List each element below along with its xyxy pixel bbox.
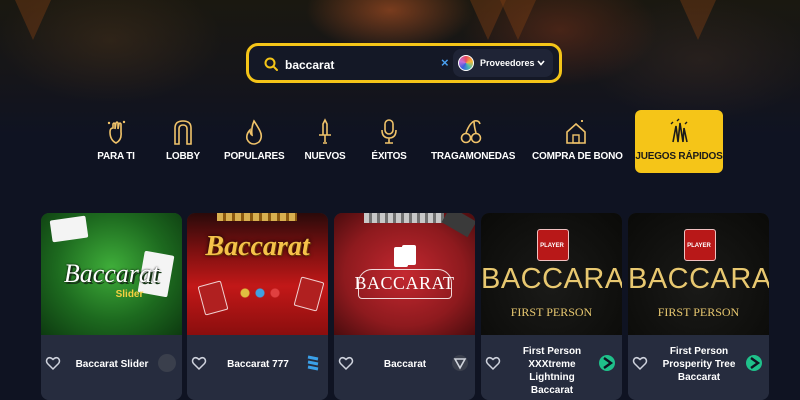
category-label: JUEGOS RÁPIDOS — [635, 151, 723, 162]
category-label: LOBBY — [165, 151, 200, 162]
thumb-title: BACCARAT — [628, 263, 769, 295]
search-input[interactable] — [283, 54, 437, 76]
thumb-subtitle: FIRST PERSON — [510, 305, 593, 319]
game-card[interactable]: PLAYER BACCARAT FIRST PERSON First Perso… — [481, 213, 622, 400]
game-title-line: Baccarat — [677, 372, 721, 383]
clear-search-button[interactable]: × — [441, 55, 449, 70]
providers-label: Proveedores — [480, 58, 535, 68]
game-thumbnail: Baccarat Slider — [41, 213, 182, 335]
category-tragamonedas[interactable]: TRAGAMONEDAS — [431, 110, 516, 174]
game-thumbnail: PLAYER BACCARAT FIRST PERSON — [481, 213, 622, 335]
chips-stack — [235, 283, 285, 303]
microphone-icon — [381, 119, 397, 144]
heart-icon[interactable] — [45, 355, 61, 371]
game-card[interactable]: PLAYER BACCARAT FIRST PERSON First Perso… — [628, 213, 769, 400]
category-para-ti[interactable]: PARA TI — [92, 110, 140, 174]
thumb-title: BACCARAT — [354, 273, 455, 293]
category-label: COMPRA DE BONO — [532, 151, 623, 162]
game-card[interactable]: Baccarat Slider Baccarat Slider — [41, 213, 182, 400]
category-label: POPULARES — [224, 151, 285, 162]
category-juegos-rapidos[interactable]: JUEGOS RÁPIDOS — [635, 110, 723, 173]
providers-logo-icon — [458, 55, 474, 71]
game-thumbnail: BACCARAT — [334, 213, 475, 335]
player-badge-label: PLAYER — [540, 243, 564, 249]
thumb-title: BACCARAT — [481, 263, 622, 295]
game-title-line: Baccarat — [530, 385, 574, 396]
provider-triangle-icon — [452, 355, 468, 371]
game-title-line: First Person — [522, 346, 582, 357]
game-grid: Baccarat Slider Baccarat Slider Baccarat… — [0, 213, 800, 400]
search-icon — [264, 57, 278, 71]
provider-evolution-icon — [746, 355, 762, 371]
category-compra-de-bono[interactable]: COMPRA DE BONO — [532, 110, 623, 174]
provider-blue-stripes-icon — [307, 355, 319, 371]
heart-icon[interactable] — [191, 355, 207, 371]
game-thumbnail: PLAYER BACCARAT FIRST PERSON — [628, 213, 769, 335]
category-label: NUEVOS — [304, 151, 346, 162]
category-label: ÉXITOS — [371, 151, 407, 162]
category-populares[interactable]: POPULARES — [224, 110, 285, 174]
category-label: PARA TI — [97, 151, 135, 162]
game-title: Baccarat Slider — [75, 359, 149, 370]
thumb-subtitle: Slider — [115, 289, 144, 300]
chip-rack — [217, 213, 297, 221]
chip-rack — [364, 213, 444, 223]
playing-card-icon — [402, 245, 416, 265]
decor-spike — [500, 0, 536, 40]
category-nav: PARA TI LOBBY POPULARES NUEVOS ÉXITOS TR… — [0, 110, 800, 180]
game-thumbnail: Baccarat — [187, 213, 328, 335]
heart-icon[interactable] — [485, 355, 501, 371]
provider-gray-icon — [158, 354, 176, 372]
sword-icon — [319, 118, 331, 144]
playing-card-icon — [197, 280, 229, 316]
search-bar: × Proveedores — [246, 43, 562, 83]
game-title-line: Prosperity Tree — [662, 359, 736, 370]
card-shoe — [441, 213, 475, 238]
rockets-icon — [670, 118, 688, 143]
game-title: Baccarat — [383, 359, 427, 370]
thumb-title: Baccarat — [205, 231, 310, 262]
heart-icon[interactable] — [632, 355, 648, 371]
category-lobby[interactable]: LOBBY — [160, 110, 206, 174]
category-label: TRAGAMONEDAS — [431, 151, 516, 162]
thumb-title: Baccarat — [63, 259, 160, 288]
player-badge-label: PLAYER — [687, 243, 711, 249]
game-title: First Person Prosperity Tree Baccarat — [654, 345, 744, 384]
provider-evolution-icon — [599, 355, 615, 371]
category-nuevos[interactable]: NUEVOS — [302, 110, 348, 174]
decor-spike — [15, 0, 51, 40]
decor-spike — [680, 0, 716, 40]
playing-card-icon — [293, 276, 325, 312]
category-exitos[interactable]: ÉXITOS — [368, 110, 410, 174]
game-title: First Person XXXtreme Lightning Baccarat — [507, 345, 597, 397]
arch-icon — [174, 120, 192, 145]
game-card[interactable]: Baccarat Baccarat 777 — [187, 213, 328, 400]
game-title-line: XXXtreme Lightning — [528, 359, 576, 383]
thumb-subtitle: FIRST PERSON — [657, 305, 740, 319]
game-title: Baccarat 777 — [227, 359, 289, 370]
providers-dropdown[interactable]: Proveedores — [453, 49, 553, 77]
flame-icon — [246, 119, 263, 145]
house-bonus-icon — [566, 120, 586, 144]
game-card[interactable]: BACCARAT Baccarat — [334, 213, 475, 400]
sparkle-hand-icon — [107, 120, 126, 144]
cherries-icon — [460, 120, 482, 144]
chevron-down-icon — [537, 59, 545, 68]
playing-card-icon — [49, 215, 89, 243]
game-title-line: First Person — [669, 346, 729, 357]
heart-icon[interactable] — [338, 355, 354, 371]
